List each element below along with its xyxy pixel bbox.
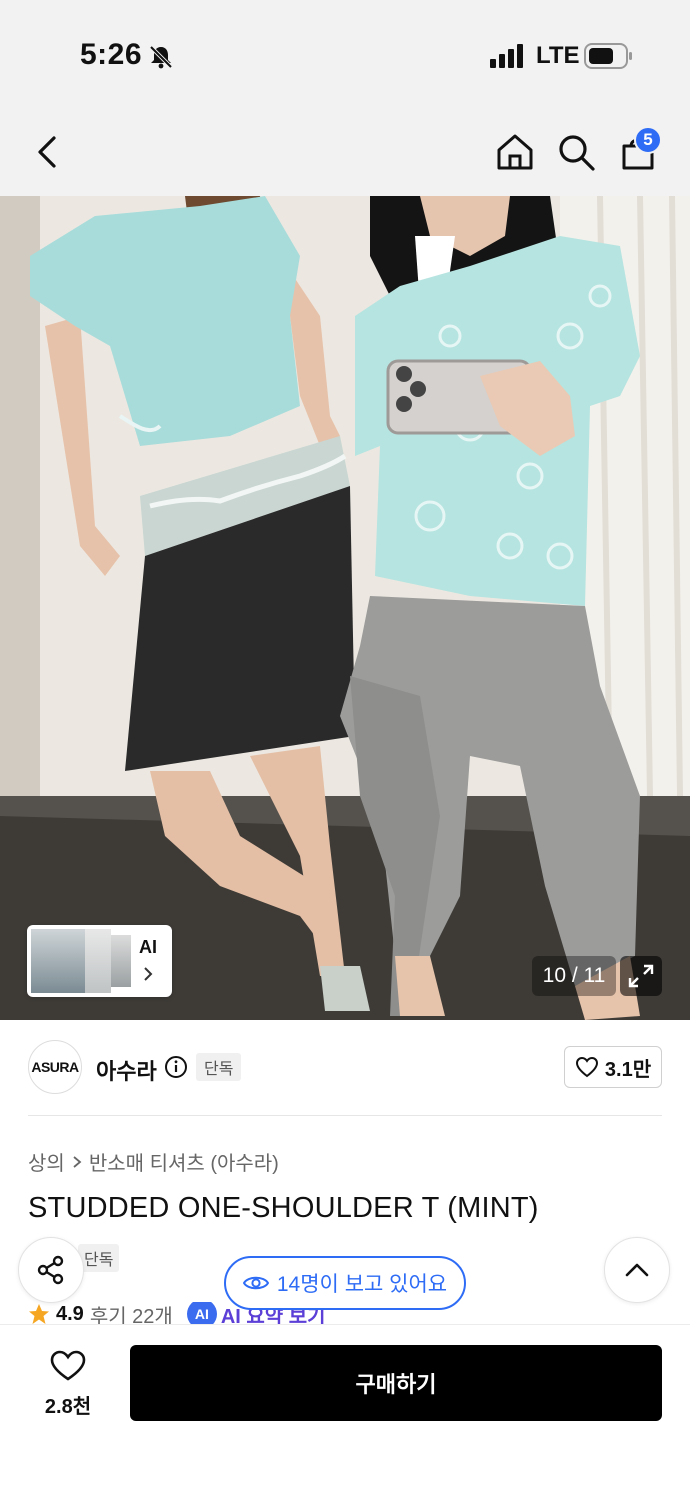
- buy-button[interactable]: 구매하기: [130, 1345, 662, 1421]
- ai-label: AI: [139, 937, 157, 957]
- expand-icon[interactable]: [620, 956, 662, 996]
- share-icon: [37, 1255, 64, 1285]
- wish-count: 2.8천: [44, 1396, 92, 1418]
- exclusive-badge: 단독: [196, 1053, 242, 1081]
- heart-icon[interactable]: [50, 1350, 86, 1382]
- top-nav-bar: 5: [0, 110, 690, 196]
- viewers-indicator: 14명이 보고 있어요: [224, 1256, 466, 1310]
- rating-value: 4.9: [56, 1302, 84, 1325]
- info-icon[interactable]: [164, 1055, 188, 1079]
- chevron-right-icon: [73, 1155, 82, 1168]
- chevron-right-icon: [144, 967, 153, 981]
- cart-count-badge: 5: [634, 126, 662, 154]
- eye-icon: [242, 1276, 269, 1290]
- home-icon[interactable]: [495, 132, 535, 172]
- status-bar: 5:26 LTE: [0, 0, 690, 110]
- status-time: 5:26: [80, 38, 143, 71]
- back-arrow-icon[interactable]: [30, 132, 66, 172]
- image-counter: 10 / 11: [532, 956, 616, 996]
- review-count[interactable]: 후기 22개: [90, 1302, 173, 1327]
- product-title: STUDDED ONE-SHOULDER T (MINT): [28, 1192, 539, 1224]
- network-label: LTE: [536, 42, 580, 69]
- breadcrumb-subcategory[interactable]: 반소매 티셔츠 (아수라): [89, 1147, 279, 1176]
- ai-badge-icon: AI: [186, 1302, 217, 1326]
- battery-icon: [584, 43, 632, 69]
- divider: [28, 1115, 662, 1116]
- bell-off-icon: [149, 45, 173, 69]
- brand-like-button[interactable]: 3.1만: [564, 1046, 662, 1088]
- chevron-up-icon: [625, 1263, 649, 1277]
- breadcrumb: 상의 반소매 티셔츠 (아수라): [28, 1147, 279, 1176]
- exclusive-badge: 단독: [78, 1244, 120, 1272]
- search-icon[interactable]: [556, 132, 596, 172]
- signal-icon: [490, 44, 523, 68]
- ai-thumbnail-image: [85, 929, 111, 993]
- product-photo: [0, 196, 690, 1020]
- star-icon: [29, 1304, 49, 1324]
- heart-icon: [575, 1056, 598, 1078]
- product-image[interactable]: 10 / 11: [0, 196, 690, 1020]
- ai-lookbook-card[interactable]: AI: [27, 925, 172, 997]
- viewers-text: 14명이 보고 있어요: [276, 1273, 448, 1296]
- like-count: 3.1만: [604, 1058, 652, 1081]
- ai-thumbnail-image: [111, 935, 131, 987]
- brand-name[interactable]: 아수라: [96, 1054, 157, 1086]
- breadcrumb-category[interactable]: 상의: [28, 1147, 65, 1176]
- scroll-to-top-button[interactable]: [604, 1237, 670, 1303]
- share-button[interactable]: [18, 1237, 84, 1303]
- ai-thumbnail-image: [31, 929, 85, 993]
- brand-logo[interactable]: ASURA: [28, 1040, 82, 1094]
